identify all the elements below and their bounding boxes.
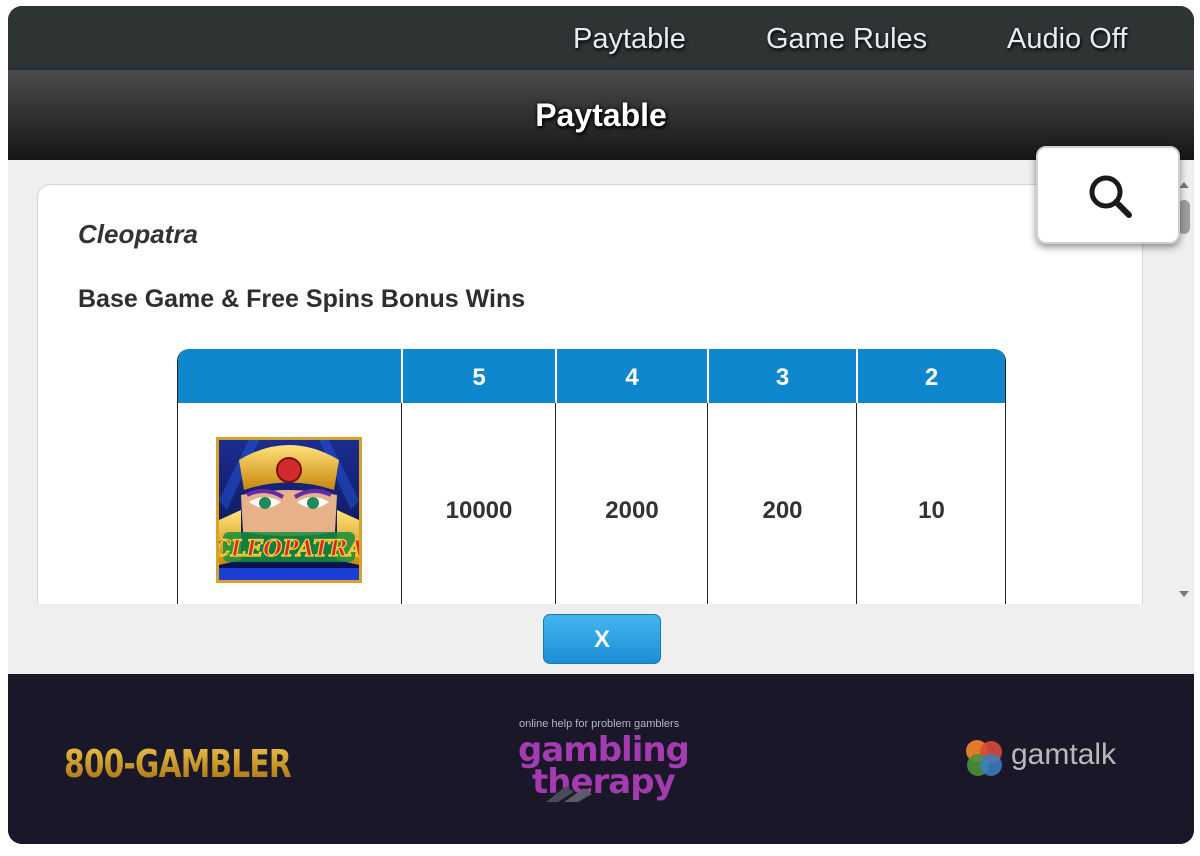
payout-3: 200 <box>762 497 803 524</box>
gamtalk-text: gamtalk <box>1011 738 1117 771</box>
nav-game-rules-link[interactable]: Game Rules <box>766 23 927 56</box>
payout-2: 10 <box>918 497 945 524</box>
gt-tagline: online help for problem gamblers <box>519 718 680 730</box>
symbol-label: CLEOPATRA <box>219 536 359 562</box>
hotline-logo[interactable]: 800-GAMBLER <box>64 742 292 786</box>
gamtalk-icon <box>966 740 1002 776</box>
nav-paytable-link[interactable]: Paytable <box>573 23 686 56</box>
column-header-5: 5 <box>472 364 486 391</box>
search-icon <box>1089 175 1132 218</box>
payout-5: 10000 <box>445 497 513 524</box>
nav-audio-toggle[interactable]: Audio Off <box>1007 23 1127 56</box>
game-name: Cleopatra <box>78 219 198 249</box>
content-area[interactable]: Cleopatra Base Game & Free Spins Bonus W… <box>8 160 1194 684</box>
page-title: Paytable <box>535 97 667 133</box>
top-navigation: Paytable Game Rules Audio Off <box>8 6 1194 70</box>
cleopatra-symbol-icon: CLEOPATRA <box>216 437 362 583</box>
close-button[interactable]: X <box>543 614 661 664</box>
column-header-3: 3 <box>775 364 790 391</box>
footer: 800-GAMBLER online help for problem gamb… <box>8 674 1194 844</box>
chevron-up-icon[interactable] <box>1179 182 1189 188</box>
column-header-2: 2 <box>924 364 939 391</box>
payout-4: 2000 <box>605 497 659 524</box>
section-title: Base Game & Free Spins Bonus Wins <box>78 285 526 313</box>
chevron-down-icon[interactable] <box>1179 591 1189 597</box>
gt-mark-icon <box>546 786 592 802</box>
game-window: Paytable Game Rules Audio Off Paytable C… <box>8 6 1194 844</box>
search-button[interactable] <box>1036 146 1180 244</box>
paytable-header: Paytable <box>8 70 1194 160</box>
column-header-4: 4 <box>625 364 639 391</box>
close-bar: X <box>8 604 1194 674</box>
